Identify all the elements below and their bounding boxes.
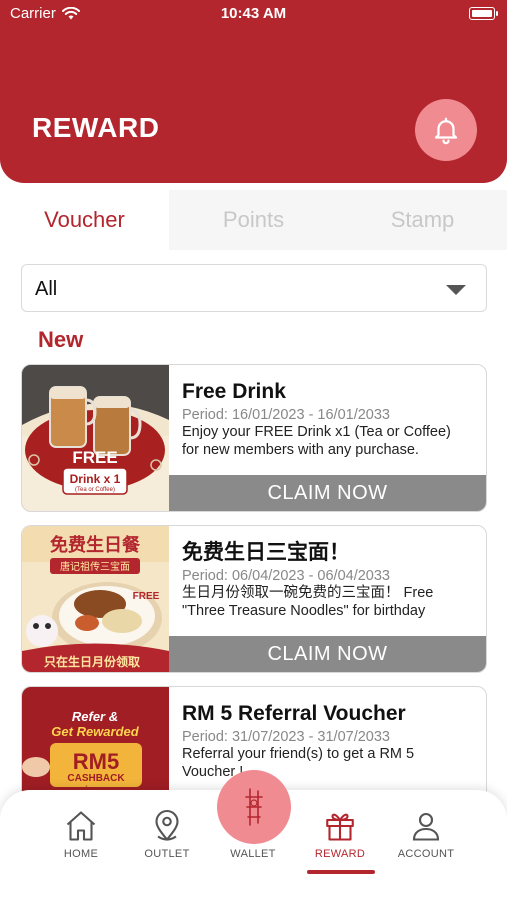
voucher-image-free-drink: FREE Drink x 1 (Tea or Coffee) [22, 365, 169, 511]
voucher-period: Period: 31/07/2023 - 31/07/2033 [182, 729, 390, 745]
free-drink-badge-text: FREE [72, 448, 117, 467]
voucher-name: Free Drink [182, 380, 286, 403]
filter-dropdown[interactable]: All [21, 264, 487, 312]
voucher-info: 免费生日三宝面！ Period: 06/04/2023 - 06/04/2033… [182, 540, 478, 620]
referral-amount-text: RM5 [73, 749, 119, 774]
referral-label-text: CASHBACK [67, 773, 125, 784]
voucher-description-line2: for new members with any purchase. [182, 442, 419, 458]
voucher-period: Period: 06/04/2023 - 06/04/2033 [182, 568, 390, 584]
nav-label-account: ACCOUNT [397, 848, 455, 860]
reward-tabs: Voucher Points Stamp [0, 190, 507, 250]
voucher-info: Free Drink Period: 16/01/2023 - 16/01/20… [182, 379, 478, 459]
voucher-period: Period: 16/01/2023 - 16/01/2033 [182, 407, 390, 423]
page-title: REWARD [32, 112, 160, 143]
birthday-footer-text: 只在生日月份领取 [44, 654, 140, 669]
nav-label-wallet: WALLET [230, 848, 276, 860]
voucher-info: RM 5 Referral Voucher Period: 31/07/2023… [182, 701, 478, 781]
voucher-description-line1: Enjoy your FREE Drink x1 (Tea or Coffee) [182, 424, 451, 440]
voucher-card-free-drink[interactable]: FREE Drink x 1 (Tea or Coffee) Free Drin… [21, 364, 487, 512]
battery-icon [469, 7, 498, 20]
voucher-card-birthday-noodles[interactable]: 免费生日餐 唐记祖传三宝面 只在生日月份领取 FREE 免费生日三宝面！ Per… [21, 525, 487, 673]
tab-stamp[interactable]: Stamp [338, 190, 507, 250]
birthday-title-text: 免费生日餐 [50, 534, 141, 556]
voucher-description-line2: "Three Treasure Noodles" for birthday [182, 603, 426, 619]
nav-item-wallet[interactable]: WALLET [213, 848, 293, 860]
active-tab-indicator [307, 870, 375, 874]
nav-label-outlet: OUTLET [144, 848, 190, 860]
bell-icon [434, 117, 458, 145]
claim-now-button[interactable]: CLAIM NOW [169, 636, 486, 672]
chevron-down-icon [446, 285, 466, 295]
voucher-description-line1: 生日月份领取一碗免费的三宝面！ Free [182, 585, 434, 601]
birthday-free-tag-text: FREE [133, 591, 160, 602]
nav-item-account[interactable]: ACCOUNT [386, 808, 466, 860]
nav-label-home: HOME [63, 848, 99, 860]
voucher-name: 免费生日三宝面！ [182, 541, 350, 564]
home-icon [66, 811, 96, 841]
voucher-image-birthday-noodles: 免费生日餐 唐记祖传三宝面 只在生日月份领取 FREE [22, 526, 169, 672]
free-drink-label-text: Drink x 1 [70, 472, 121, 486]
status-bar: Carrier 10:43 AM [0, 0, 507, 28]
voucher-description-line2: Voucher ! [182, 764, 244, 780]
user-icon [412, 812, 440, 841]
wallet-logo-icon [245, 788, 263, 826]
nav-label-reward: REWARD [314, 848, 366, 860]
nav-item-reward[interactable]: REWARD [300, 808, 380, 860]
voucher-description-line1: Referral your friend(s) to get a RM 5 [182, 746, 415, 762]
location-pin-icon [155, 810, 179, 841]
app-header: Carrier 10:43 AM REWARD [0, 0, 507, 183]
referral-line2-text: Get Rewarded [51, 724, 139, 739]
wallet-button[interactable] [217, 770, 291, 844]
nav-item-outlet[interactable]: OUTLET [127, 808, 207, 860]
tab-voucher[interactable]: Voucher [0, 190, 169, 250]
nav-item-home[interactable]: HOME [41, 808, 121, 860]
voucher-name: RM 5 Referral Voucher [182, 702, 406, 725]
section-label-new: New [38, 327, 84, 352]
referral-line1-text: Refer & [72, 709, 118, 724]
status-time: 10:43 AM [220, 5, 287, 22]
notification-button[interactable] [415, 99, 477, 161]
free-drink-sub-text: (Tea or Coffee) [75, 487, 115, 493]
tab-points[interactable]: Points [169, 190, 338, 250]
filter-selected-value: All [35, 278, 58, 300]
gift-icon [326, 813, 354, 841]
claim-now-button[interactable]: CLAIM NOW [169, 475, 486, 511]
birthday-subtitle-text: 唐记祖传三宝面 [60, 560, 130, 573]
